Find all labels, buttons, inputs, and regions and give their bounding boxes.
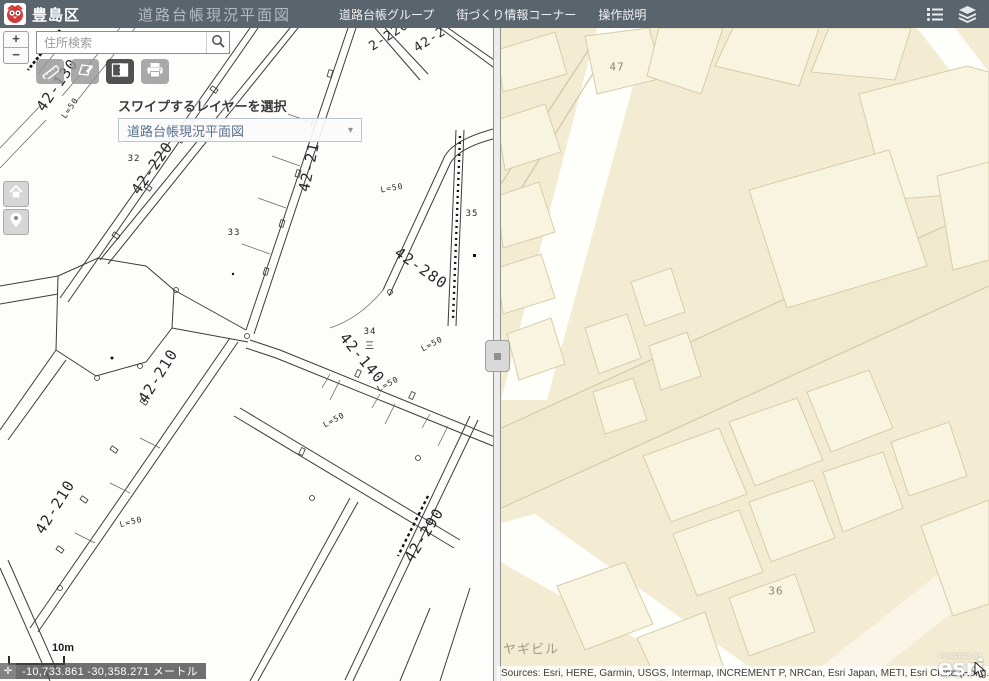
ruler-icon (41, 61, 59, 82)
measure-area-button[interactable] (71, 59, 99, 84)
search-icon (211, 34, 225, 51)
basemap-drawing (497, 28, 989, 681)
crosshair-icon: ✛ (0, 663, 16, 679)
chevron-down-icon: ▾ (348, 125, 353, 136)
print-button[interactable] (141, 59, 169, 84)
page-title: 道路台帳現況平面図 (138, 4, 291, 25)
search-input[interactable] (37, 32, 206, 53)
home-extent-button[interactable] (3, 181, 29, 207)
swipe-grip-icon (494, 353, 501, 360)
swipe-layer-value: 道路台帳現況平面図 (127, 121, 244, 140)
menu-item-road-register-group[interactable]: 道路台帳グループ (339, 6, 434, 23)
menu-item-help[interactable]: 操作説明 (598, 6, 646, 23)
org-name: 豊島区 (32, 4, 80, 25)
swipe-handle[interactable] (485, 340, 510, 372)
home-icon (9, 185, 23, 203)
right-map-pane[interactable]: 4736ヤギビル (497, 28, 989, 681)
search-button[interactable] (206, 32, 229, 53)
header-menu: 道路台帳グループ 街づくり情報コーナー 操作説明 (339, 6, 646, 23)
printer-icon (146, 62, 164, 81)
swipe-tool-button[interactable] (106, 59, 134, 84)
zoom-out-button[interactable]: − (4, 47, 28, 63)
swipe-icon (111, 62, 129, 81)
mouse-cursor-icon (974, 662, 986, 681)
legend-list-icon[interactable] (926, 6, 944, 22)
zoom-in-button[interactable]: + (4, 32, 28, 47)
location-pin-icon (10, 213, 22, 232)
layers-icon[interactable] (958, 6, 977, 23)
scale-label: 10m (52, 642, 74, 654)
coordinates-value: -10,733.861 -30,358.271 メートル (22, 663, 198, 679)
app-header: 豊島区 道路台帳現況平面図 道路台帳グループ 街づくり情報コーナー 操作説明 (0, 0, 989, 28)
app-window: 豊島区 道路台帳現況平面図 道路台帳グループ 街づくり情報コーナー 操作説明 (0, 0, 989, 681)
measure-distance-button[interactable] (36, 59, 64, 84)
toshima-mascot-logo[interactable] (4, 3, 26, 25)
coordinates-widget: ✛ -10,733.861 -30,358.271 メートル (0, 663, 206, 679)
map-attribution: Sources: Esri, HERE, Garmin, USGS, Inter… (497, 666, 989, 681)
zoom-widget: + − (3, 31, 29, 64)
address-search-box (36, 31, 230, 54)
locate-button[interactable] (3, 209, 29, 235)
swipe-panel-title: スワイプするレイヤーを選択 (118, 96, 287, 115)
header-icons (926, 6, 989, 23)
menu-item-machizukuri-info[interactable]: 街づくり情報コーナー (456, 6, 576, 23)
area-pencil-icon (76, 61, 94, 82)
swipe-layer-select[interactable]: 道路台帳現況平面図 ▾ (118, 118, 362, 142)
map-toolbar (36, 59, 169, 84)
